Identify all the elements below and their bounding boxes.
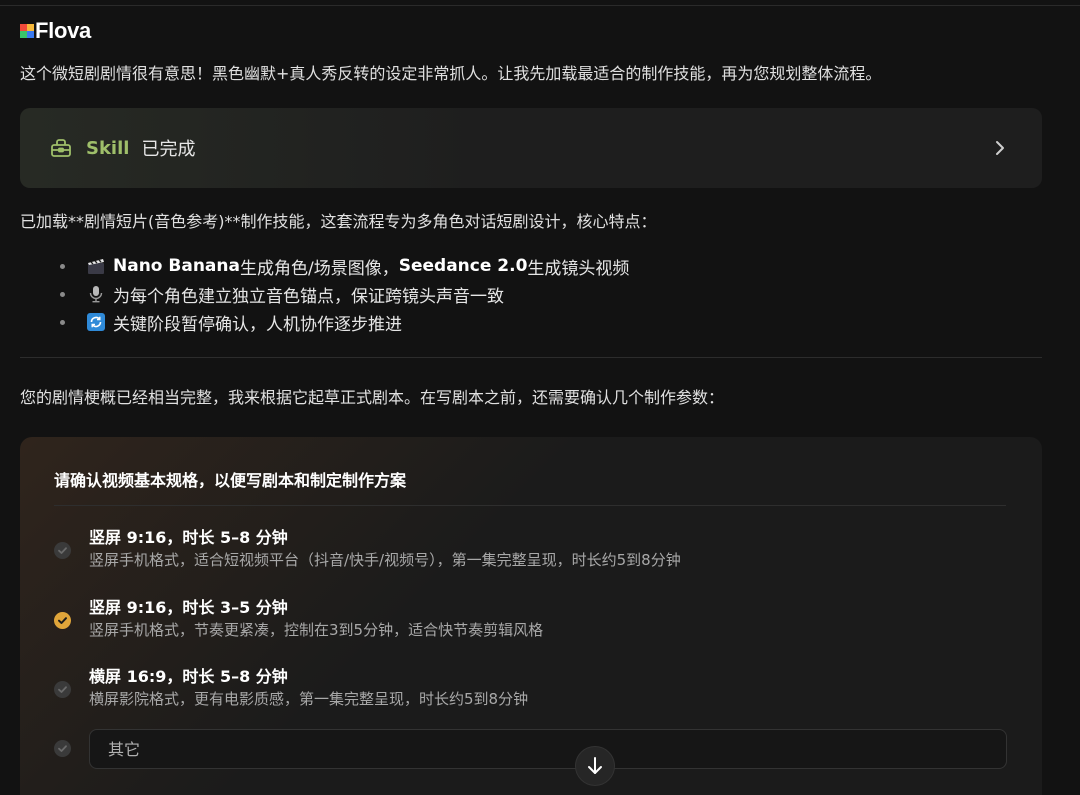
model-name-nano-banana: Nano Banana xyxy=(113,256,240,276)
bullet-text: 生成镜头视频 xyxy=(527,258,630,279)
radio-check-selected-icon[interactable] xyxy=(54,612,71,629)
skill-description: 已加载**剧情短片(音色参考)**制作技能，这套流程专为多角色对话短剧设计，核心… xyxy=(20,212,657,231)
list-item: Nano Banana 生成角色/场景图像， Seedance 2.0 生成镜头… xyxy=(60,252,629,280)
clapper-board-icon xyxy=(88,259,104,274)
scroll-down-button[interactable] xyxy=(575,746,615,786)
skill-status: 已完成 xyxy=(141,139,196,160)
bullet-text: 关键阶段暂停确认，人机协作逐步推进 xyxy=(113,314,402,335)
bullet-dot xyxy=(60,291,65,297)
app-name: Flova xyxy=(35,18,91,43)
radio-check-icon[interactable] xyxy=(54,740,71,757)
section-divider xyxy=(20,357,1042,358)
assistant-intro-text: 这个微短剧剧情很有意思！黑色幽默+真人秀反转的设定非常抓人。让我先加载最适合的制… xyxy=(20,64,882,83)
feature-list: Nano Banana 生成角色/场景图像， Seedance 2.0 生成镜头… xyxy=(60,252,629,336)
option-description: 竖屏手机格式，适合短视频平台（抖音/快手/视频号），第一集完整呈现，时长约5到8… xyxy=(89,551,681,569)
toolbox-icon xyxy=(51,139,71,157)
flova-logo-icon xyxy=(20,24,34,38)
option-title: 横屏 16:9，时长 5–8 分钟 xyxy=(89,667,288,686)
radio-check-icon[interactable] xyxy=(54,681,71,698)
list-item: 为每个角色建立独立音色锚点，保证跨镜头声音一致 xyxy=(60,280,629,308)
chevron-right-icon[interactable] xyxy=(994,138,1006,158)
microphone-icon xyxy=(89,286,103,303)
option-title: 竖屏 9:16，时长 5–8 分钟 xyxy=(89,528,288,547)
top-divider xyxy=(0,5,1080,6)
radio-check-icon[interactable] xyxy=(54,542,71,559)
options-title: 请确认视频基本规格，以便写剧本和制定制作方案 xyxy=(54,471,407,490)
option-landscape-5-8[interactable]: 横屏 16:9，时长 5–8 分钟 横屏影院格式，更有电影质感，第一集完整呈现，… xyxy=(54,663,1014,715)
followup-text: 您的剧情梗概已经相当完整，我来根据它起草正式剧本。在写剧本之前，还需要确认几个制… xyxy=(20,388,725,407)
option-portrait-5-8[interactable]: 竖屏 9:16，时长 5–8 分钟 竖屏手机格式，适合短视频平台（抖音/快手/视… xyxy=(54,524,1014,576)
other-option-input[interactable] xyxy=(89,729,1007,769)
cycle-arrows-icon xyxy=(87,313,105,331)
option-description: 横屏影院格式，更有电影质感，第一集完整呈现，时长约5到8分钟 xyxy=(89,690,529,708)
bullet-text: 生成角色/场景图像， xyxy=(239,258,399,279)
arrow-down-icon xyxy=(588,757,602,774)
skill-card[interactable]: Skill 已完成 xyxy=(20,108,1042,188)
list-item: 关键阶段暂停确认，人机协作逐步推进 xyxy=(60,308,629,336)
skill-label: Skill xyxy=(86,137,130,159)
option-title: 竖屏 9:16，时长 3–5 分钟 xyxy=(89,598,288,617)
bullet-dot xyxy=(60,263,65,269)
chat-page: Flova 这个微短剧剧情很有意思！黑色幽默+真人秀反转的设定非常抓人。让我先加… xyxy=(0,0,1080,795)
option-portrait-3-5[interactable]: 竖屏 9:16，时长 3–5 分钟 竖屏手机格式，节奏更紧凑，控制在3到5分钟，… xyxy=(54,594,1014,646)
model-name-seedance: Seedance 2.0 xyxy=(398,256,528,276)
bullet-dot xyxy=(60,319,65,325)
spec-options-card: 请确认视频基本规格，以便写剧本和制定制作方案 竖屏 9:16，时长 5–8 分钟… xyxy=(20,437,1042,795)
app-logo: Flova xyxy=(20,18,91,44)
bullet-text: 为每个角色建立独立音色锚点，保证跨镜头声音一致 xyxy=(113,286,504,307)
options-divider xyxy=(54,505,1006,506)
option-description: 竖屏手机格式，节奏更紧凑，控制在3到5分钟，适合快节奏剪辑风格 xyxy=(89,621,544,639)
